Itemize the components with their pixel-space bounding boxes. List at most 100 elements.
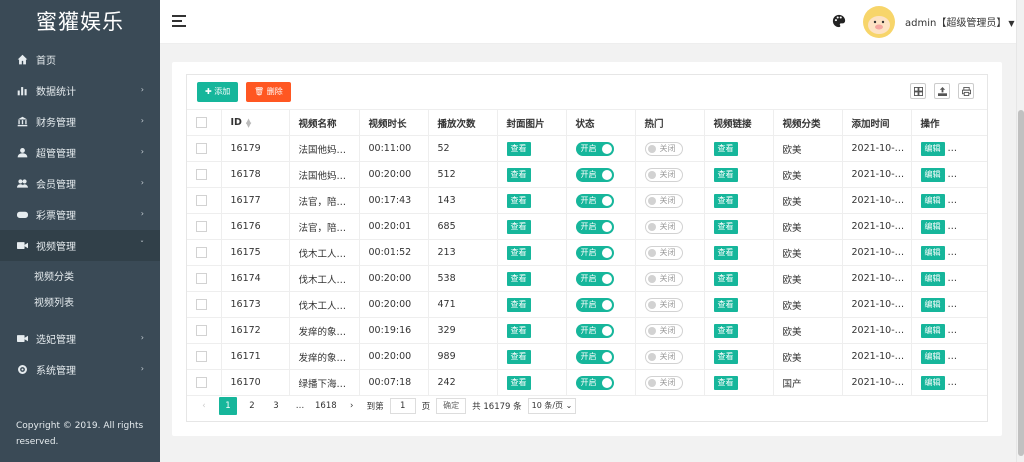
view-cover-button[interactable]: 查看 (506, 271, 531, 286)
sidebar-item-concubine[interactable]: 选妃管理 › (0, 323, 160, 354)
status-toggle[interactable]: 开启 (575, 271, 614, 286)
columns-filter-icon[interactable] (910, 83, 926, 99)
view-link-button[interactable]: 查看 (713, 245, 738, 260)
view-cover-button[interactable]: 查看 (506, 167, 531, 182)
row-checkbox[interactable] (196, 325, 207, 336)
sidebar-item-members[interactable]: 会员管理 › (0, 168, 160, 199)
page-2[interactable]: 2 (243, 397, 261, 415)
select-all-checkbox[interactable] (196, 117, 207, 128)
sidebar-item-system[interactable]: 系统管理 › (0, 354, 160, 385)
more-actions[interactable]: … (948, 143, 958, 154)
add-button[interactable]: ✚ 添加 (197, 82, 239, 102)
row-checkbox[interactable] (196, 377, 207, 388)
more-actions[interactable]: … (948, 195, 958, 206)
view-link-button[interactable]: 查看 (713, 141, 738, 156)
row-select-cell[interactable] (187, 213, 222, 240)
row-select-cell[interactable] (187, 265, 222, 292)
row-select-cell[interactable] (187, 161, 222, 188)
hot-toggle[interactable]: 关闭 (644, 297, 683, 312)
view-link-button[interactable]: 查看 (713, 219, 738, 234)
view-cover-button[interactable]: 查看 (506, 297, 531, 312)
sidebar-item-lottery[interactable]: 彩票管理 › (0, 199, 160, 230)
page-1[interactable]: 1 (219, 397, 237, 415)
goto-page-input[interactable]: 1 (389, 398, 416, 414)
row-select-cell[interactable] (187, 135, 222, 162)
more-actions[interactable]: … (948, 351, 958, 362)
view-link-button[interactable]: 查看 (713, 193, 738, 208)
more-actions[interactable]: … (948, 325, 958, 336)
status-toggle[interactable]: 开启 (575, 141, 614, 156)
edit-button[interactable]: 编辑 (920, 271, 945, 286)
view-link-button[interactable]: 查看 (713, 167, 738, 182)
sidebar-item-video[interactable]: 视频管理 ˇ (0, 230, 160, 261)
menu-toggle-icon[interactable] (172, 15, 186, 27)
hot-toggle[interactable]: 关闭 (644, 245, 683, 260)
status-toggle[interactable]: 开启 (575, 375, 614, 390)
status-toggle[interactable]: 开启 (575, 193, 614, 208)
more-actions[interactable]: … (948, 299, 958, 310)
view-cover-button[interactable]: 查看 (506, 219, 531, 234)
submenu-item-video-list[interactable]: 视频列表 (0, 291, 160, 317)
status-toggle[interactable]: 开启 (575, 323, 614, 338)
status-toggle[interactable]: 开启 (575, 297, 614, 312)
hot-toggle[interactable]: 关闭 (644, 193, 683, 208)
more-actions[interactable]: … (948, 273, 958, 284)
page-size-select[interactable]: 10 条/页 ⌄ (527, 398, 577, 414)
hot-toggle[interactable]: 关闭 (644, 167, 683, 182)
sidebar-item-finance[interactable]: 财务管理 › (0, 106, 160, 137)
view-cover-button[interactable]: 查看 (506, 323, 531, 338)
delete-button[interactable]: 🗑 删除 (246, 82, 291, 102)
row-select-cell[interactable] (187, 239, 222, 266)
view-cover-button[interactable]: 查看 (506, 245, 531, 260)
submenu-item-video-category[interactable]: 视频分类 (0, 265, 160, 291)
sort-icon[interactable]: ▲ ▼ (246, 117, 251, 128)
page-3[interactable]: 3 (267, 397, 285, 415)
user-menu[interactable]: admin【超级管理员】 ▼ (905, 14, 1015, 29)
row-select-cell[interactable] (187, 317, 222, 344)
scrollbar-thumb[interactable] (1018, 110, 1024, 456)
view-cover-button[interactable]: 查看 (506, 141, 531, 156)
row-checkbox[interactable] (196, 247, 207, 258)
hot-toggle[interactable]: 关闭 (644, 349, 683, 364)
status-toggle[interactable]: 开启 (575, 245, 614, 260)
view-link-button[interactable]: 查看 (713, 297, 738, 312)
edit-button[interactable]: 编辑 (920, 193, 945, 208)
sidebar-item-admin[interactable]: 超管管理 › (0, 137, 160, 168)
prev-page-icon[interactable]: ‹ (195, 397, 213, 415)
select-all-cell[interactable] (187, 109, 222, 136)
row-select-cell[interactable] (187, 291, 222, 318)
vertical-scrollbar[interactable] (1016, 0, 1024, 462)
edit-button[interactable]: 编辑 (920, 141, 945, 156)
edit-button[interactable]: 编辑 (920, 349, 945, 364)
row-select-cell[interactable] (187, 369, 222, 396)
row-checkbox[interactable] (196, 195, 207, 206)
view-link-button[interactable]: 查看 (713, 271, 738, 286)
view-cover-button[interactable]: 查看 (506, 375, 531, 390)
edit-button[interactable]: 编辑 (920, 323, 945, 338)
row-checkbox[interactable] (196, 299, 207, 310)
print-icon[interactable] (958, 83, 974, 99)
more-actions[interactable]: … (948, 169, 958, 180)
row-checkbox[interactable] (196, 143, 207, 154)
row-checkbox[interactable] (196, 221, 207, 232)
palette-icon[interactable] (832, 14, 846, 28)
edit-button[interactable]: 编辑 (920, 219, 945, 234)
status-toggle[interactable]: 开启 (575, 167, 614, 182)
row-checkbox[interactable] (196, 169, 207, 180)
sidebar-item-stats[interactable]: 数据统计 › (0, 75, 160, 106)
hot-toggle[interactable]: 关闭 (644, 141, 683, 156)
avatar[interactable] (863, 6, 895, 38)
col-id[interactable]: ID ▲ ▼ (221, 109, 290, 136)
view-cover-button[interactable]: 查看 (506, 193, 531, 208)
more-actions[interactable]: … (948, 377, 958, 388)
goto-confirm-button[interactable]: 确定 (436, 398, 467, 414)
row-checkbox[interactable] (196, 273, 207, 284)
sidebar-item-home[interactable]: 首页 (0, 44, 160, 75)
page-last[interactable]: 1618 (315, 397, 337, 415)
view-cover-button[interactable]: 查看 (506, 349, 531, 364)
view-link-button[interactable]: 查看 (713, 375, 738, 390)
export-icon[interactable] (934, 83, 950, 99)
row-checkbox[interactable] (196, 351, 207, 362)
edit-button[interactable]: 编辑 (920, 167, 945, 182)
edit-button[interactable]: 编辑 (920, 375, 945, 390)
